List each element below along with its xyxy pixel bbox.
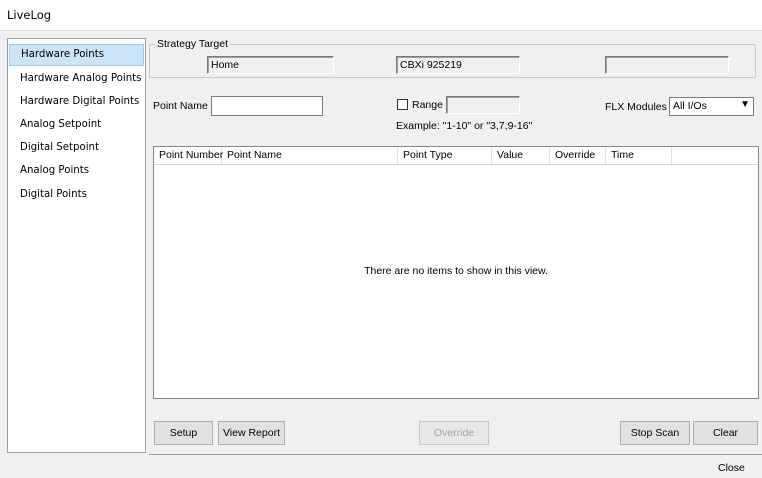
sidebar-item-digital-points[interactable]: Digital Points xyxy=(9,184,144,206)
column-value[interactable]: Value xyxy=(492,147,550,164)
sidebar-item-hardware-digital-points[interactable]: Hardware Digital Points xyxy=(9,91,144,113)
range-example-text: Example: "1-10" or "3,7,9-16" xyxy=(396,120,533,132)
sidebar-item-analog-points[interactable]: Analog Points xyxy=(9,160,144,182)
range-input[interactable] xyxy=(446,96,520,114)
flx-modules-label: FLX Modules xyxy=(605,101,667,113)
chevron-down-icon: ▼ xyxy=(740,99,750,110)
flx-modules-selected-value: All I/Os xyxy=(673,100,707,112)
sidebar-item-hardware-points[interactable]: Hardware Points xyxy=(9,44,144,66)
strategy-target-name-field: Home xyxy=(207,56,334,74)
sidebar-item-analog-setpoint[interactable]: Analog Setpoint xyxy=(9,114,144,136)
column-point-number[interactable]: Point Number xyxy=(154,147,223,164)
title-bar: LiveLog xyxy=(0,0,762,31)
stop-scan-button[interactable]: Stop Scan xyxy=(620,421,690,445)
window-title: LiveLog xyxy=(7,8,52,22)
points-list-view[interactable]: Point Number Point Name Point Type Value… xyxy=(153,146,759,399)
close-button[interactable]: Close xyxy=(718,462,745,474)
override-button[interactable]: Override xyxy=(419,421,489,445)
range-checkbox[interactable] xyxy=(397,99,408,110)
clear-button[interactable]: Clear xyxy=(693,421,758,445)
sidebar-item-digital-setpoint[interactable]: Digital Setpoint xyxy=(9,137,144,159)
column-override[interactable]: Override xyxy=(550,147,606,164)
point-name-input[interactable] xyxy=(211,96,323,116)
view-report-button[interactable]: View Report xyxy=(218,421,285,445)
strategy-target-device-field: CBXi 925219 xyxy=(396,56,520,74)
empty-list-message: There are no items to show in this view. xyxy=(364,265,548,277)
column-point-type[interactable]: Point Type xyxy=(398,147,492,164)
setup-button[interactable]: Setup xyxy=(154,421,213,445)
list-header: Point Number Point Name Point Type Value… xyxy=(154,147,758,165)
column-time[interactable]: Time xyxy=(606,147,672,164)
sidebar-item-hardware-analog-points[interactable]: Hardware Analog Points xyxy=(9,68,144,90)
column-point-name[interactable]: Point Name xyxy=(222,147,398,164)
point-name-label: Point Name xyxy=(153,100,208,112)
sidebar: Hardware Points Hardware Analog Points H… xyxy=(7,38,146,453)
range-label: Range xyxy=(412,99,443,111)
strategy-target-legend: Strategy Target xyxy=(155,38,231,50)
footer-divider xyxy=(149,454,762,455)
flx-modules-select[interactable]: All I/Os ▼ xyxy=(669,97,754,116)
strategy-target-extra-field xyxy=(605,56,729,74)
column-extra[interactable] xyxy=(672,147,758,164)
